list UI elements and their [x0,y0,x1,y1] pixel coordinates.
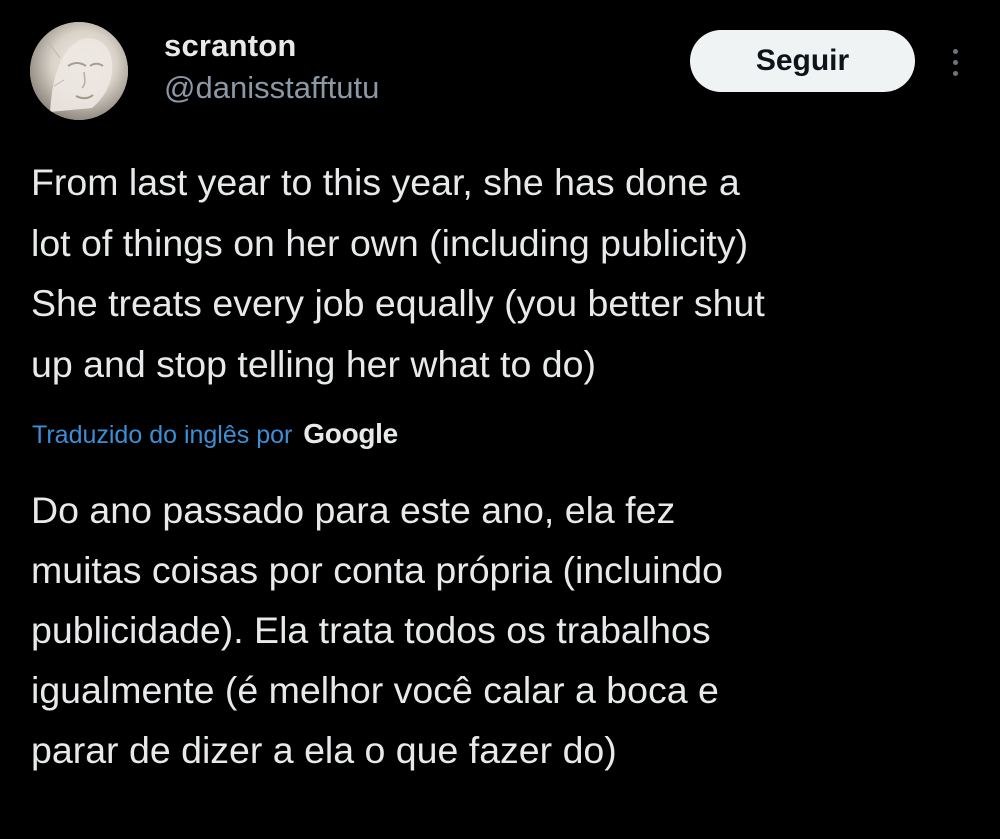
user-info[interactable]: scranton @danisstafftutu [164,26,379,108]
more-vertical-icon [952,48,958,54]
google-logo: Google [303,418,398,449]
follow-button[interactable]: Seguir [690,30,915,92]
tweet-text-line: lot of things on her own (including publ… [31,221,749,264]
more-vertical-icon-dot [952,59,958,65]
tweet: scranton @danisstafftutu Seguir From las… [0,0,1000,839]
user-handle[interactable]: @danisstafftutu [164,68,379,108]
tweet-header: scranton @danisstafftutu Seguir [30,22,975,122]
translated-text-line: publicidade). Ela trata todos os trabalh… [31,609,711,651]
avatar[interactable] [30,22,128,120]
translated-text-line: igualmente (é melhor você calar a boca e [31,669,719,711]
display-name[interactable]: scranton [164,26,379,66]
translated-text: Do ano passado para este ano, ela fez mu… [31,480,981,780]
tweet-text-line: up and stop telling her what to do) [31,342,596,385]
translated-text-line: parar de dizer a ela o que fazer do) [31,729,617,771]
avatar-image [30,22,128,120]
more-options-button[interactable] [940,34,970,90]
tweet-text-line: From last year to this year, she has don… [31,161,740,203]
more-vertical-icon-dot [952,70,958,76]
translated-text-line: muitas coisas por conta própria (incluin… [31,549,724,591]
tweet-text-line: She treats every job equally (you better… [31,282,765,324]
translation-label-link[interactable]: Traduzido do inglês por [32,421,292,449]
translation-attribution: Traduzido do inglês por Google [32,412,398,457]
translated-text-line: Do ano passado para este ano, ela fez [31,489,676,531]
tweet-text: From last year to this year, she has don… [31,152,981,394]
